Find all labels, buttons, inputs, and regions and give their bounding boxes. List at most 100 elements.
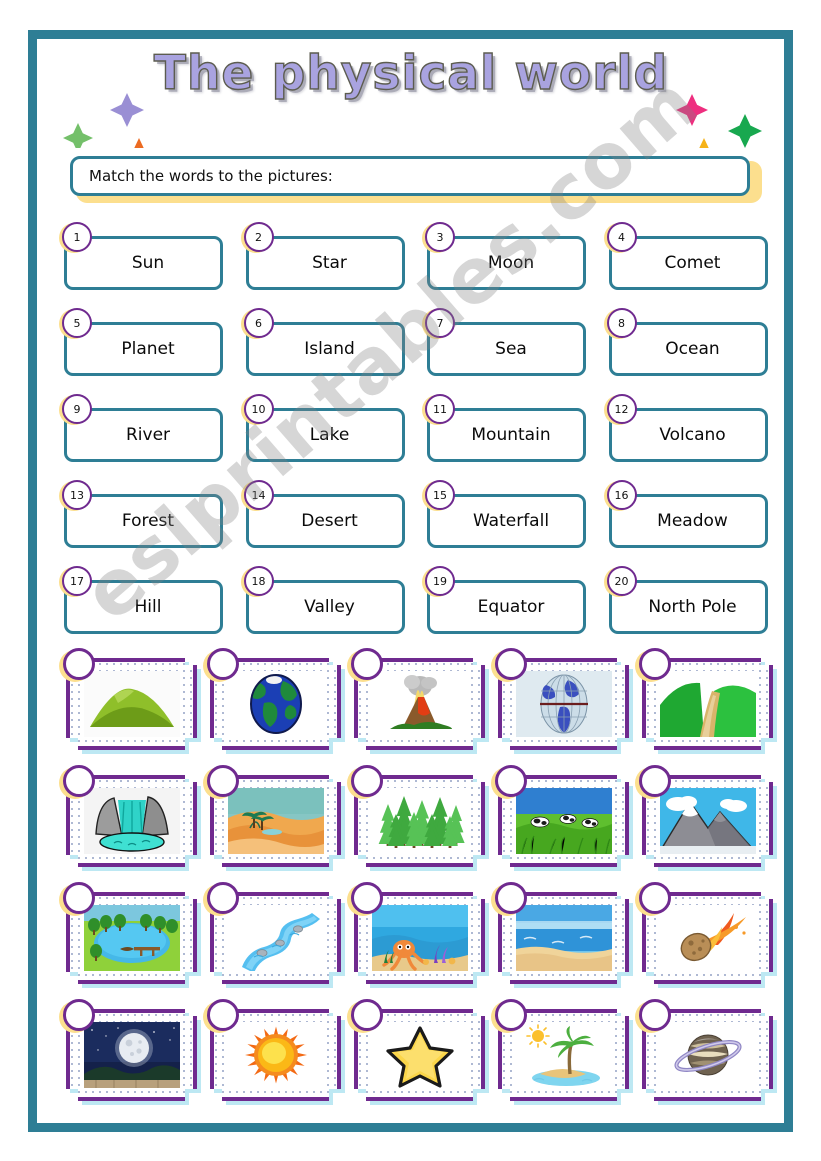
picture-card-island[interactable] [490,999,634,1116]
word-label: Sea [495,339,527,359]
equator-icon [516,671,612,737]
answer-circle[interactable] [639,765,671,797]
sparkle-green-right [728,114,762,148]
answer-circle[interactable] [351,882,383,914]
picture-card-hill[interactable] [58,648,202,765]
answer-circle[interactable] [495,648,527,680]
picture-card-volcano[interactable] [346,648,490,765]
answer-circle[interactable] [63,648,95,680]
word-card-waterfall[interactable]: Waterfall 15 [417,478,599,564]
answer-circle[interactable] [207,765,239,797]
word-card-star[interactable]: Star 2 [236,220,418,306]
picture-card-equator[interactable] [490,648,634,765]
word-card-lake[interactable]: Lake 10 [236,392,418,478]
valley-icon [660,671,756,737]
answer-circle[interactable] [495,999,527,1031]
answer-circle[interactable] [639,648,671,680]
answer-circle[interactable] [351,999,383,1031]
number-badge-text: 4 [618,230,625,244]
picture-card-valley[interactable] [634,648,778,765]
mountain-icon [660,788,756,854]
number-badge: 2 [243,222,274,252]
number-badge: 4 [606,222,637,252]
sparkle-yellow [699,138,709,148]
answer-circle[interactable] [63,882,95,914]
picture-card-sea[interactable] [490,882,634,999]
picture-card-lake[interactable] [58,882,202,999]
word-card-hill[interactable]: Hill 17 [54,564,236,650]
word-card-river[interactable]: River 9 [54,392,236,478]
number-badge-text: 18 [251,574,266,588]
word-card-north-pole[interactable]: North Pole 20 [599,564,781,650]
picture-card-sun[interactable] [202,999,346,1116]
picture-card-mountain[interactable] [634,765,778,882]
answer-circle[interactable] [495,765,527,797]
word-label: Valley [304,597,355,617]
word-card-mountain[interactable]: Mountain 11 [417,392,599,478]
comet-icon [660,905,756,971]
picture-card-comet[interactable] [634,882,778,999]
answer-circle[interactable] [63,765,95,797]
word-card-moon[interactable]: Moon 3 [417,220,599,306]
number-badge: 1 [62,222,92,252]
picture-card-meadow[interactable] [490,765,634,882]
answer-circle[interactable] [495,882,527,914]
answer-circle[interactable] [351,648,383,680]
number-badge: 18 [243,566,274,596]
word-label: Forest [121,511,175,531]
number-badge: 17 [62,566,92,596]
word-card-desert[interactable]: Desert 14 [236,478,418,564]
word-label: Lake [309,425,350,445]
answer-circle[interactable] [351,765,383,797]
word-row: Forest 13 Desert 14 Waterfall 15 Meadow 16 [54,478,780,564]
picture-card-star[interactable] [346,999,490,1116]
word-row: Hill 17 Valley 18 Equator 19 North Pole 20 [54,564,780,650]
word-label: Desert [301,511,358,531]
number-badge: 10 [243,394,274,424]
word-card-sun[interactable]: Sun 1 [54,220,236,306]
number-badge-text: 13 [70,488,84,502]
word-label: Volcano [659,425,726,445]
number-badge-text: 15 [433,488,447,502]
word-row: Sun 1 Star 2 Moon 3 Comet 4 [54,220,780,306]
answer-circle[interactable] [639,882,671,914]
number-badge-text: 19 [433,574,447,588]
word-card-sea[interactable]: Sea 7 [417,306,599,392]
word-card-planet[interactable]: Planet 5 [54,306,236,392]
word-label: Island [304,339,355,359]
word-card-equator[interactable]: Equator 19 [417,564,599,650]
instruction-bar: Match the words to the pictures: [70,156,762,203]
picture-card-forest[interactable] [346,765,490,882]
answer-circle[interactable] [639,999,671,1031]
word-card-comet[interactable]: Comet 4 [599,220,781,306]
answer-circle[interactable] [207,648,239,680]
word-card-valley[interactable]: Valley 18 [236,564,418,650]
word-card-volcano[interactable]: Volcano 12 [599,392,781,478]
picture-card-earth[interactable] [202,648,346,765]
number-badge: 12 [606,394,637,424]
answer-circle[interactable] [63,999,95,1031]
word-card-forest[interactable]: Forest 13 [54,478,236,564]
picture-card-ocean[interactable] [346,882,490,999]
picture-card-river[interactable] [202,882,346,999]
picture-card-planet[interactable] [634,999,778,1116]
word-label: Hill [134,597,162,617]
sea-icon [516,905,612,971]
sun-icon [228,1022,324,1088]
word-card-island[interactable]: Island 6 [236,306,418,392]
picture-card-waterfall[interactable] [58,765,202,882]
answer-circle[interactable] [207,999,239,1031]
picture-row [58,648,778,765]
number-badge: 9 [62,394,92,424]
lake-icon [84,905,180,971]
worksheet-page: The physical world Match the words to th… [0,0,821,1161]
instruction-box: Match the words to the pictures: [70,156,750,196]
word-row: Planet 5 Island 6 Sea 7 Ocean 8 [54,306,780,392]
picture-card-moon[interactable] [58,999,202,1116]
word-card-meadow[interactable]: Meadow 16 [599,478,781,564]
title-area: The physical world [40,42,782,148]
number-badge-text: 17 [70,574,84,588]
word-card-ocean[interactable]: Ocean 8 [599,306,781,392]
answer-circle[interactable] [207,882,239,914]
picture-card-desert[interactable] [202,765,346,882]
